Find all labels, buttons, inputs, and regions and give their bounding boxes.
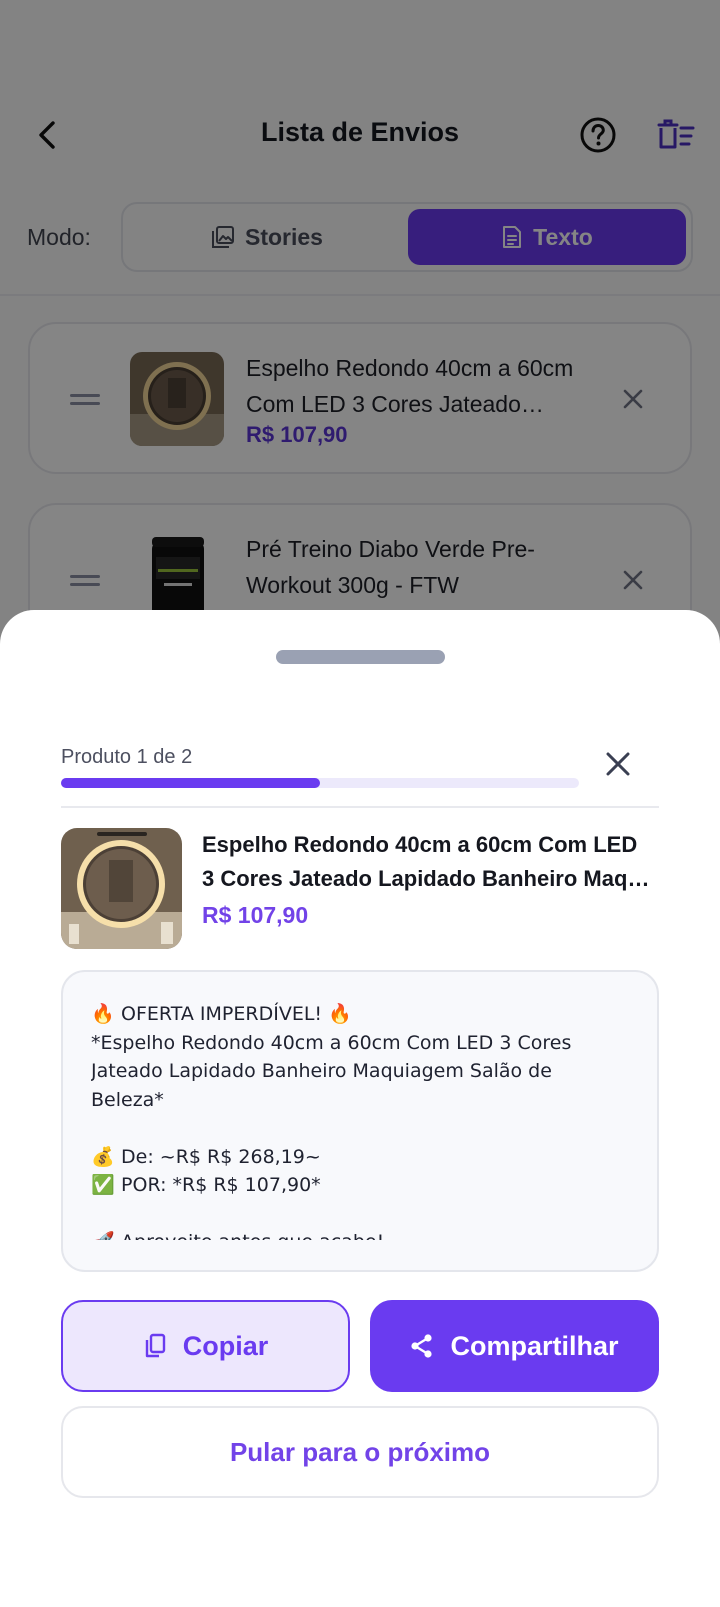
skip-button-label: Pular para o próximo [229, 1436, 491, 1467]
rocket-icon: 🚀 [91, 1228, 115, 1240]
product-image [61, 828, 182, 949]
share-button[interactable]: Compartilhar [370, 1300, 659, 1392]
copy-button-label: Copiar [182, 1330, 269, 1361]
sheet-drag-handle[interactable] [276, 650, 445, 664]
product-price: R$ 107,90 [202, 902, 309, 928]
close-sheet-button[interactable] [600, 746, 636, 782]
share-bottom-sheet: Produto 1 de 2 Espelho Redondo 40cm a 60… [0, 610, 720, 1607]
money-bag-icon: 💰 [91, 1145, 115, 1168]
copy-icon [145, 1333, 165, 1358]
copy-button[interactable]: Copiar [61, 1300, 350, 1392]
fire-icon: 🔥 [91, 1003, 115, 1025]
divider [61, 806, 659, 808]
progress-bar-fill [61, 778, 320, 788]
message-text: 🔥 OFERTA IMPERDÍVEL! 🔥 *Espelho Redondo … [91, 1000, 631, 1240]
share-icon [411, 1334, 433, 1358]
progress-bar [61, 778, 579, 788]
close-icon [606, 752, 630, 776]
progress-label: Produto 1 de 2 [61, 746, 193, 768]
product-title: Espelho Redondo 40cm a 60cm Com LED 3 Co… [202, 832, 660, 891]
fire-icon: 🔥 [328, 1003, 352, 1025]
message-preview[interactable]: 🔥 OFERTA IMPERDÍVEL! 🔥 *Espelho Redondo … [61, 970, 659, 1272]
skip-to-next-button[interactable]: Pular para o próximo [61, 1406, 659, 1498]
check-mark-icon: ✅ [91, 1174, 115, 1196]
share-button-label: Compartilhar [450, 1330, 619, 1361]
